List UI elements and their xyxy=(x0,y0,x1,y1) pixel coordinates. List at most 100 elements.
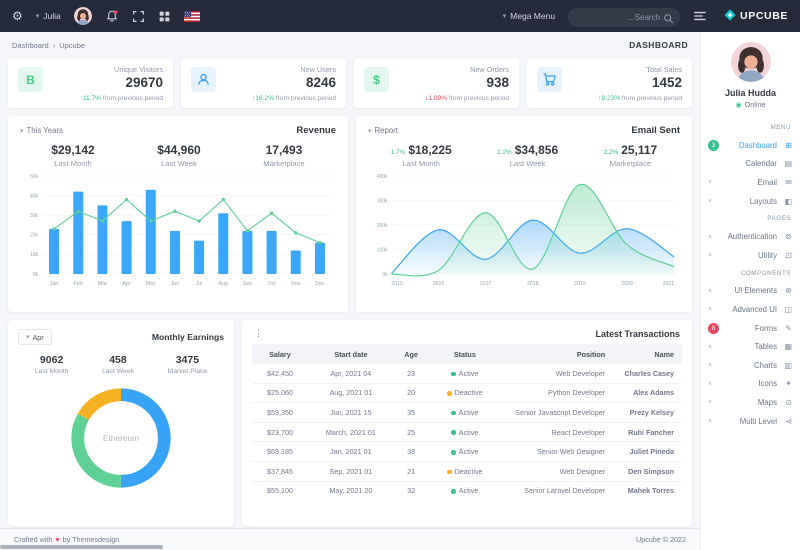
email-filter-dropdown[interactable]: ▾ Report xyxy=(368,126,398,135)
sidebar-item-multi-level[interactable]: ∨Multi Level⊲ xyxy=(701,412,800,431)
column-header-name: Name xyxy=(613,344,682,364)
svg-text:2015: 2015 xyxy=(391,281,403,287)
table-row[interactable]: $37,845 Sep, 2021 01 21 Deactive Web Des… xyxy=(252,461,682,481)
table-row[interactable]: $69,185 Jan, 2021 01 38 Active Senior We… xyxy=(252,442,682,462)
cell-name[interactable]: Den Simpson xyxy=(613,461,682,481)
sidebar-menu: MENU3Dashboard⊞Calendar▤∨Email✉∨Layouts◧… xyxy=(701,119,800,430)
sidebar-item-layouts[interactable]: ∨Layouts◧ xyxy=(701,192,800,211)
svg-text:30k: 30k xyxy=(30,213,39,219)
chevron-down-icon: ∨ xyxy=(708,381,712,387)
search-icon[interactable] xyxy=(663,11,674,29)
stat-card-new-orders: $ New Orders 938 ↓1.09% from previous pe… xyxy=(354,58,519,108)
cell-status: Active xyxy=(428,442,501,462)
horizontal-scrollbar-thumb[interactable] xyxy=(0,545,163,549)
email-icon: ✉ xyxy=(780,178,792,187)
mega-menu-label: Mega Menu xyxy=(510,11,555,21)
sidebar-item-calendar[interactable]: Calendar▤ xyxy=(701,155,800,174)
svg-text:400k: 400k xyxy=(377,174,388,180)
notifications-bell-icon[interactable] xyxy=(105,9,119,23)
stat-delta: ↑16.2% from previous period xyxy=(191,95,336,102)
sidebar-item-maps[interactable]: ∨Maps⊙ xyxy=(701,393,800,412)
cell-salary: $69,185 xyxy=(252,442,308,462)
footer-copyright: Upcube © 2022 xyxy=(636,535,686,544)
sidebar-item-forms[interactable]: 8Forms✎ xyxy=(701,319,800,338)
cell-name[interactable]: Juliet Pineda xyxy=(613,442,682,462)
maps-icon: ⊙ xyxy=(780,398,792,407)
cell-name[interactable]: Mahek Torres xyxy=(613,481,682,500)
user-avatar[interactable] xyxy=(74,7,92,25)
cell-name[interactable]: Ruhi Fancher xyxy=(613,422,682,442)
cell-salary: $42,450 xyxy=(252,364,308,383)
table-row[interactable]: $59,350 Jun, 2021 15 35 Active Senior Ja… xyxy=(252,403,682,423)
email-stat: 1.2%$34,856Last Week xyxy=(497,143,558,168)
sidebar-item-utility[interactable]: ∨Utility⊡ xyxy=(701,246,800,265)
delta-badge: 2.2% xyxy=(604,149,619,156)
table-row[interactable]: $25,060 Aug, 2021 01 20 Deactive Python … xyxy=(252,383,682,403)
cell-name[interactable]: Prezy Kelsey xyxy=(613,403,682,423)
fullscreen-icon[interactable] xyxy=(132,10,145,23)
month-selector[interactable]: ▾ Apr xyxy=(18,329,52,345)
svg-text:40k: 40k xyxy=(30,193,39,199)
revenue-stat: $29,142Last Month xyxy=(51,143,94,168)
status-dot-icon xyxy=(447,470,452,475)
apps-grid-icon[interactable] xyxy=(158,10,171,23)
dashboard-icon: ⊞ xyxy=(780,141,792,150)
sidebar-item-icons[interactable]: ∨Icons✦ xyxy=(701,375,800,394)
cell-position: Web Designer xyxy=(501,461,613,481)
avatar-image xyxy=(731,69,771,82)
sidebar-item-charts[interactable]: ∨Charts▥ xyxy=(701,356,800,375)
svg-text:100k: 100k xyxy=(377,247,388,253)
us-flag-icon[interactable] xyxy=(184,11,200,22)
chevron-down-icon: ∨ xyxy=(708,288,712,294)
sidebar-item-authentication[interactable]: ∨Authentication⊚ xyxy=(701,227,800,246)
multi-level-icon: ⊲ xyxy=(780,417,792,426)
online-status-icon: ◉ xyxy=(736,101,742,109)
menu-label: Advanced UI xyxy=(720,305,777,314)
svg-text:May: May xyxy=(146,281,156,287)
sidebar-item-advanced-ui[interactable]: ∨Advanced UI◫ xyxy=(701,300,800,319)
menu-label: Multi Level xyxy=(720,417,777,426)
svg-text:2016: 2016 xyxy=(433,281,445,287)
cart-icon xyxy=(537,67,562,92)
stat-title: Unique Visitors xyxy=(51,65,163,74)
logo[interactable]: UPCUBE xyxy=(724,9,788,24)
menu-label: Charts xyxy=(720,361,777,370)
earnings-donut-chart: Ethereum xyxy=(18,379,224,497)
cell-name[interactable]: Charles Casey xyxy=(613,364,682,383)
table-row[interactable]: $23,700 March, 2021 01 25 Active React D… xyxy=(252,422,682,442)
bitcoin-icon: B xyxy=(18,67,43,92)
revenue-filter-dropdown[interactable]: ▾ This Years xyxy=(20,126,63,135)
cell-position: Web Developer xyxy=(501,364,613,383)
chevron-down-icon: ∨ xyxy=(708,234,712,240)
sidebar-item-dashboard[interactable]: 3Dashboard⊞ xyxy=(701,136,800,155)
caret-down-icon: ▾ xyxy=(36,12,40,20)
table-row[interactable]: $42,450 Apr, 2021 04 23 Active Web Devel… xyxy=(252,364,682,383)
breadcrumb-link-dashboard[interactable]: Dashboard xyxy=(12,41,49,50)
menu-label: UI Elements xyxy=(720,286,777,295)
user-name: Julia xyxy=(43,11,60,21)
sidebar-item-ui-elements[interactable]: ∨UI Elements⊛ xyxy=(701,282,800,301)
settings-gear-icon[interactable]: ⚙ xyxy=(12,10,23,22)
profile-avatar[interactable] xyxy=(731,42,771,82)
stat-value: 1452 xyxy=(570,75,682,90)
hamburger-menu-icon[interactable] xyxy=(693,10,707,22)
cell-name[interactable]: Alex Adams xyxy=(613,383,682,403)
mega-menu[interactable]: ▾ Mega Menu xyxy=(503,11,555,21)
svg-text:Jan: Jan xyxy=(50,281,59,287)
user-menu[interactable]: ▾ Julia xyxy=(36,11,61,21)
cell-position: React Developer xyxy=(501,422,613,442)
chevron-down-icon: ∨ xyxy=(708,306,712,312)
dollar-icon: $ xyxy=(364,67,389,92)
menu-label: Maps xyxy=(720,398,777,407)
revenue-stat: 17,493Marketplace xyxy=(263,143,304,168)
sidebar-item-tables[interactable]: ∨Tables▦ xyxy=(701,337,800,356)
cell-position: Senior Javascript Developer xyxy=(501,403,613,423)
cell-salary: $59,350 xyxy=(252,403,308,423)
svg-text:200k: 200k xyxy=(377,223,388,229)
sidebar-item-email[interactable]: ∨Email✉ xyxy=(701,173,800,192)
chevron-down-icon: ∨ xyxy=(708,344,712,350)
card-menu-dots-icon[interactable]: ⋮ xyxy=(254,328,263,339)
svg-text:Aug: Aug xyxy=(219,281,228,287)
table-row[interactable]: $55,100 May, 2021 20 32 Active Senior La… xyxy=(252,481,682,500)
icons-icon: ✦ xyxy=(780,379,792,388)
